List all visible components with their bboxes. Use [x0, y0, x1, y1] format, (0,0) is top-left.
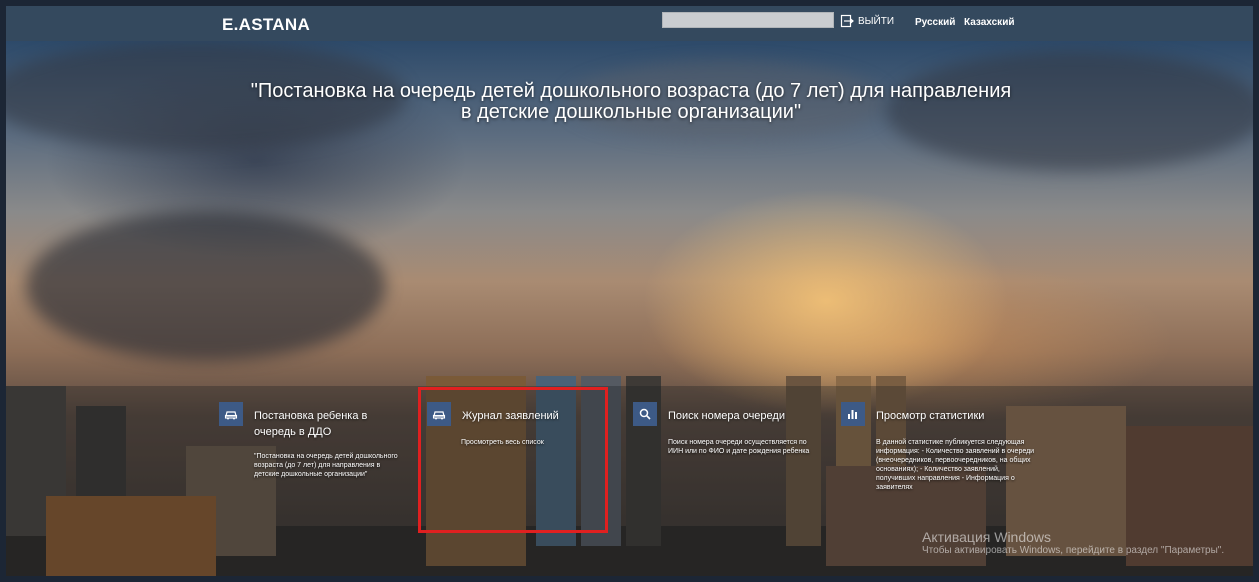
windows-activation-watermark: Активация Windows Чтобы активировать Win… [922, 529, 1232, 557]
watermark-title: Активация Windows [922, 529, 1052, 545]
card-title[interactable]: Просмотр статистики [876, 408, 984, 424]
logout-label: ВЫЙТИ [858, 15, 895, 27]
user-name-field [662, 12, 834, 28]
card-description: В данной статистике публикуется следующа… [876, 439, 1035, 491]
card-title[interactable]: Поиск номера очереди [668, 408, 785, 424]
card-description: "Постановка на очередь детей дошкольного… [254, 453, 398, 478]
page-title: "Постановка на очередь детей дошкольного… [250, 80, 1012, 123]
browser-page: E.ASTANA ВЫЙТИ Русский Казахский "Постан… [0, 0, 1259, 582]
top-navbar: E.ASTANA ВЫЙТИ Русский Казахский [6, 6, 1253, 41]
logout-button[interactable]: ВЫЙТИ [840, 12, 894, 30]
cloud-shape [26, 211, 386, 361]
logout-icon [840, 14, 854, 28]
search-icon [633, 402, 657, 426]
bar-chart-icon [841, 402, 865, 426]
language-russian-link[interactable]: Русский [915, 17, 955, 28]
language-kazakh-link[interactable]: Казахский [964, 17, 1014, 28]
car-icon [219, 402, 243, 426]
watermark-subtitle: Чтобы активировать Windows, перейдите в … [922, 545, 1225, 556]
highlight-annotation-box [418, 387, 608, 533]
card-title[interactable]: Постановка ребенка в очередь в ДДО [254, 408, 404, 440]
card-description: Поиск номера очереди осуществляется по И… [668, 439, 810, 455]
site-logo[interactable]: E.ASTANA [222, 15, 310, 35]
